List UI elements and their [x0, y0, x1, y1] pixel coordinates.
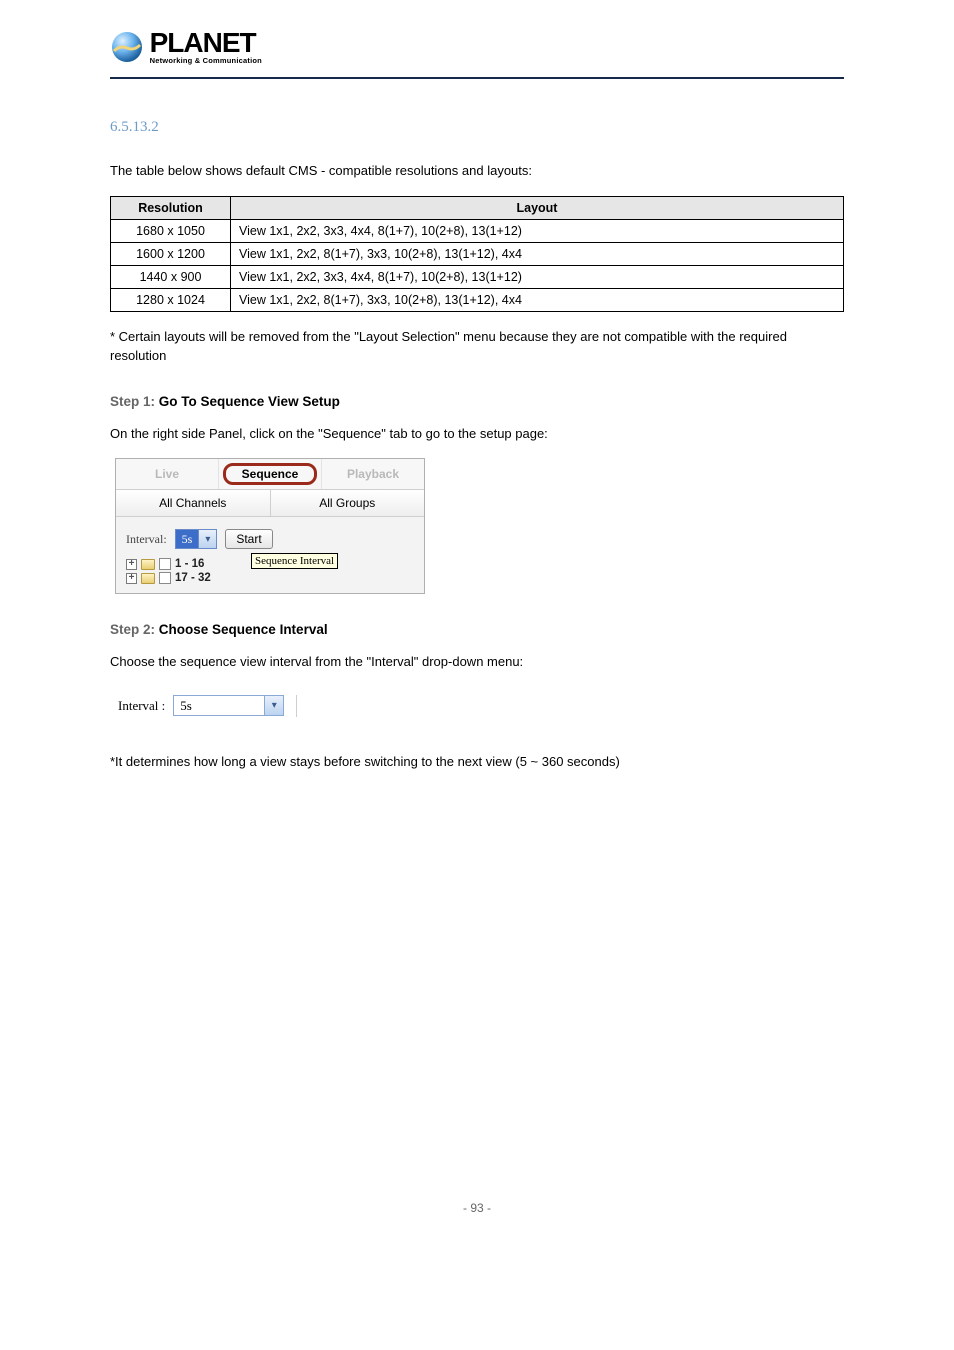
expand-icon[interactable]: + — [126, 573, 137, 584]
subtab-all-channels[interactable]: All Channels — [116, 490, 271, 516]
tooltip-sequence-interval: Sequence Interval — [251, 553, 338, 569]
interval-dropdown[interactable]: 5s ▾ — [175, 529, 218, 549]
folder-icon — [141, 559, 155, 570]
step1-heading: Step 1: Go To Sequence View Setup — [110, 394, 844, 409]
checkbox[interactable] — [159, 558, 171, 570]
start-button[interactable]: Start — [225, 529, 272, 549]
layout-note: * Certain layouts will be removed from t… — [110, 327, 844, 366]
checkbox[interactable] — [159, 572, 171, 584]
table-row: 1600 x 1200 View 1x1, 2x2, 8(1+7), 3x3, … — [111, 242, 844, 265]
chevron-down-icon: ▾ — [198, 530, 216, 548]
brand-name: PLANET — [150, 32, 262, 54]
table-row: 1440 x 900 View 1x1, 2x2, 3x3, 4x4, 8(1+… — [111, 265, 844, 288]
header-divider — [110, 77, 844, 79]
section-number: 6.5.13.2 — [110, 119, 844, 136]
step2-instruction: Choose the sequence view interval from t… — [110, 652, 844, 672]
globe-icon — [110, 30, 144, 67]
interval-label: Interval: — [126, 532, 167, 547]
step2-heading: Step 2: Choose Sequence Interval — [110, 622, 844, 637]
folder-icon — [141, 573, 155, 584]
tab-sequence[interactable]: Sequence — [219, 459, 322, 489]
divider — [296, 695, 297, 717]
page-number: - 93 - — [110, 1201, 844, 1215]
table-header: Resolution — [111, 196, 231, 219]
table-header: Layout — [231, 196, 844, 219]
tree-node[interactable]: + 17 - 32 — [126, 571, 414, 585]
step1-instruction: On the right side Panel, click on the "S… — [110, 424, 844, 444]
tab-live[interactable]: Live — [116, 459, 219, 489]
interval-label: Interval : — [118, 698, 165, 714]
chevron-down-icon: ▾ — [264, 696, 283, 715]
tab-playback[interactable]: Playback — [322, 459, 424, 489]
table-row: 1280 x 1024 View 1x1, 2x2, 8(1+7), 3x3, … — [111, 288, 844, 311]
table-row: 1680 x 1050 View 1x1, 2x2, 3x3, 4x4, 8(1… — [111, 219, 844, 242]
sequence-panel-screenshot: Live Sequence Playback All Channels All … — [115, 458, 425, 594]
brand-logo: PLANET Networking & Communication — [110, 30, 844, 67]
expand-icon[interactable]: + — [126, 559, 137, 570]
step2-note: *It determines how long a view stays bef… — [110, 752, 844, 772]
subtab-all-groups[interactable]: All Groups — [271, 490, 425, 516]
brand-tagline: Networking & Communication — [150, 56, 262, 65]
interval-dropdown[interactable]: 5s ▾ — [173, 695, 284, 716]
interval-dropdown-screenshot: Interval : 5s ▾ — [118, 695, 297, 717]
intro-text: The table below shows default CMS - comp… — [110, 161, 844, 181]
resolution-layout-table: Resolution Layout 1680 x 1050 View 1x1, … — [110, 196, 844, 312]
